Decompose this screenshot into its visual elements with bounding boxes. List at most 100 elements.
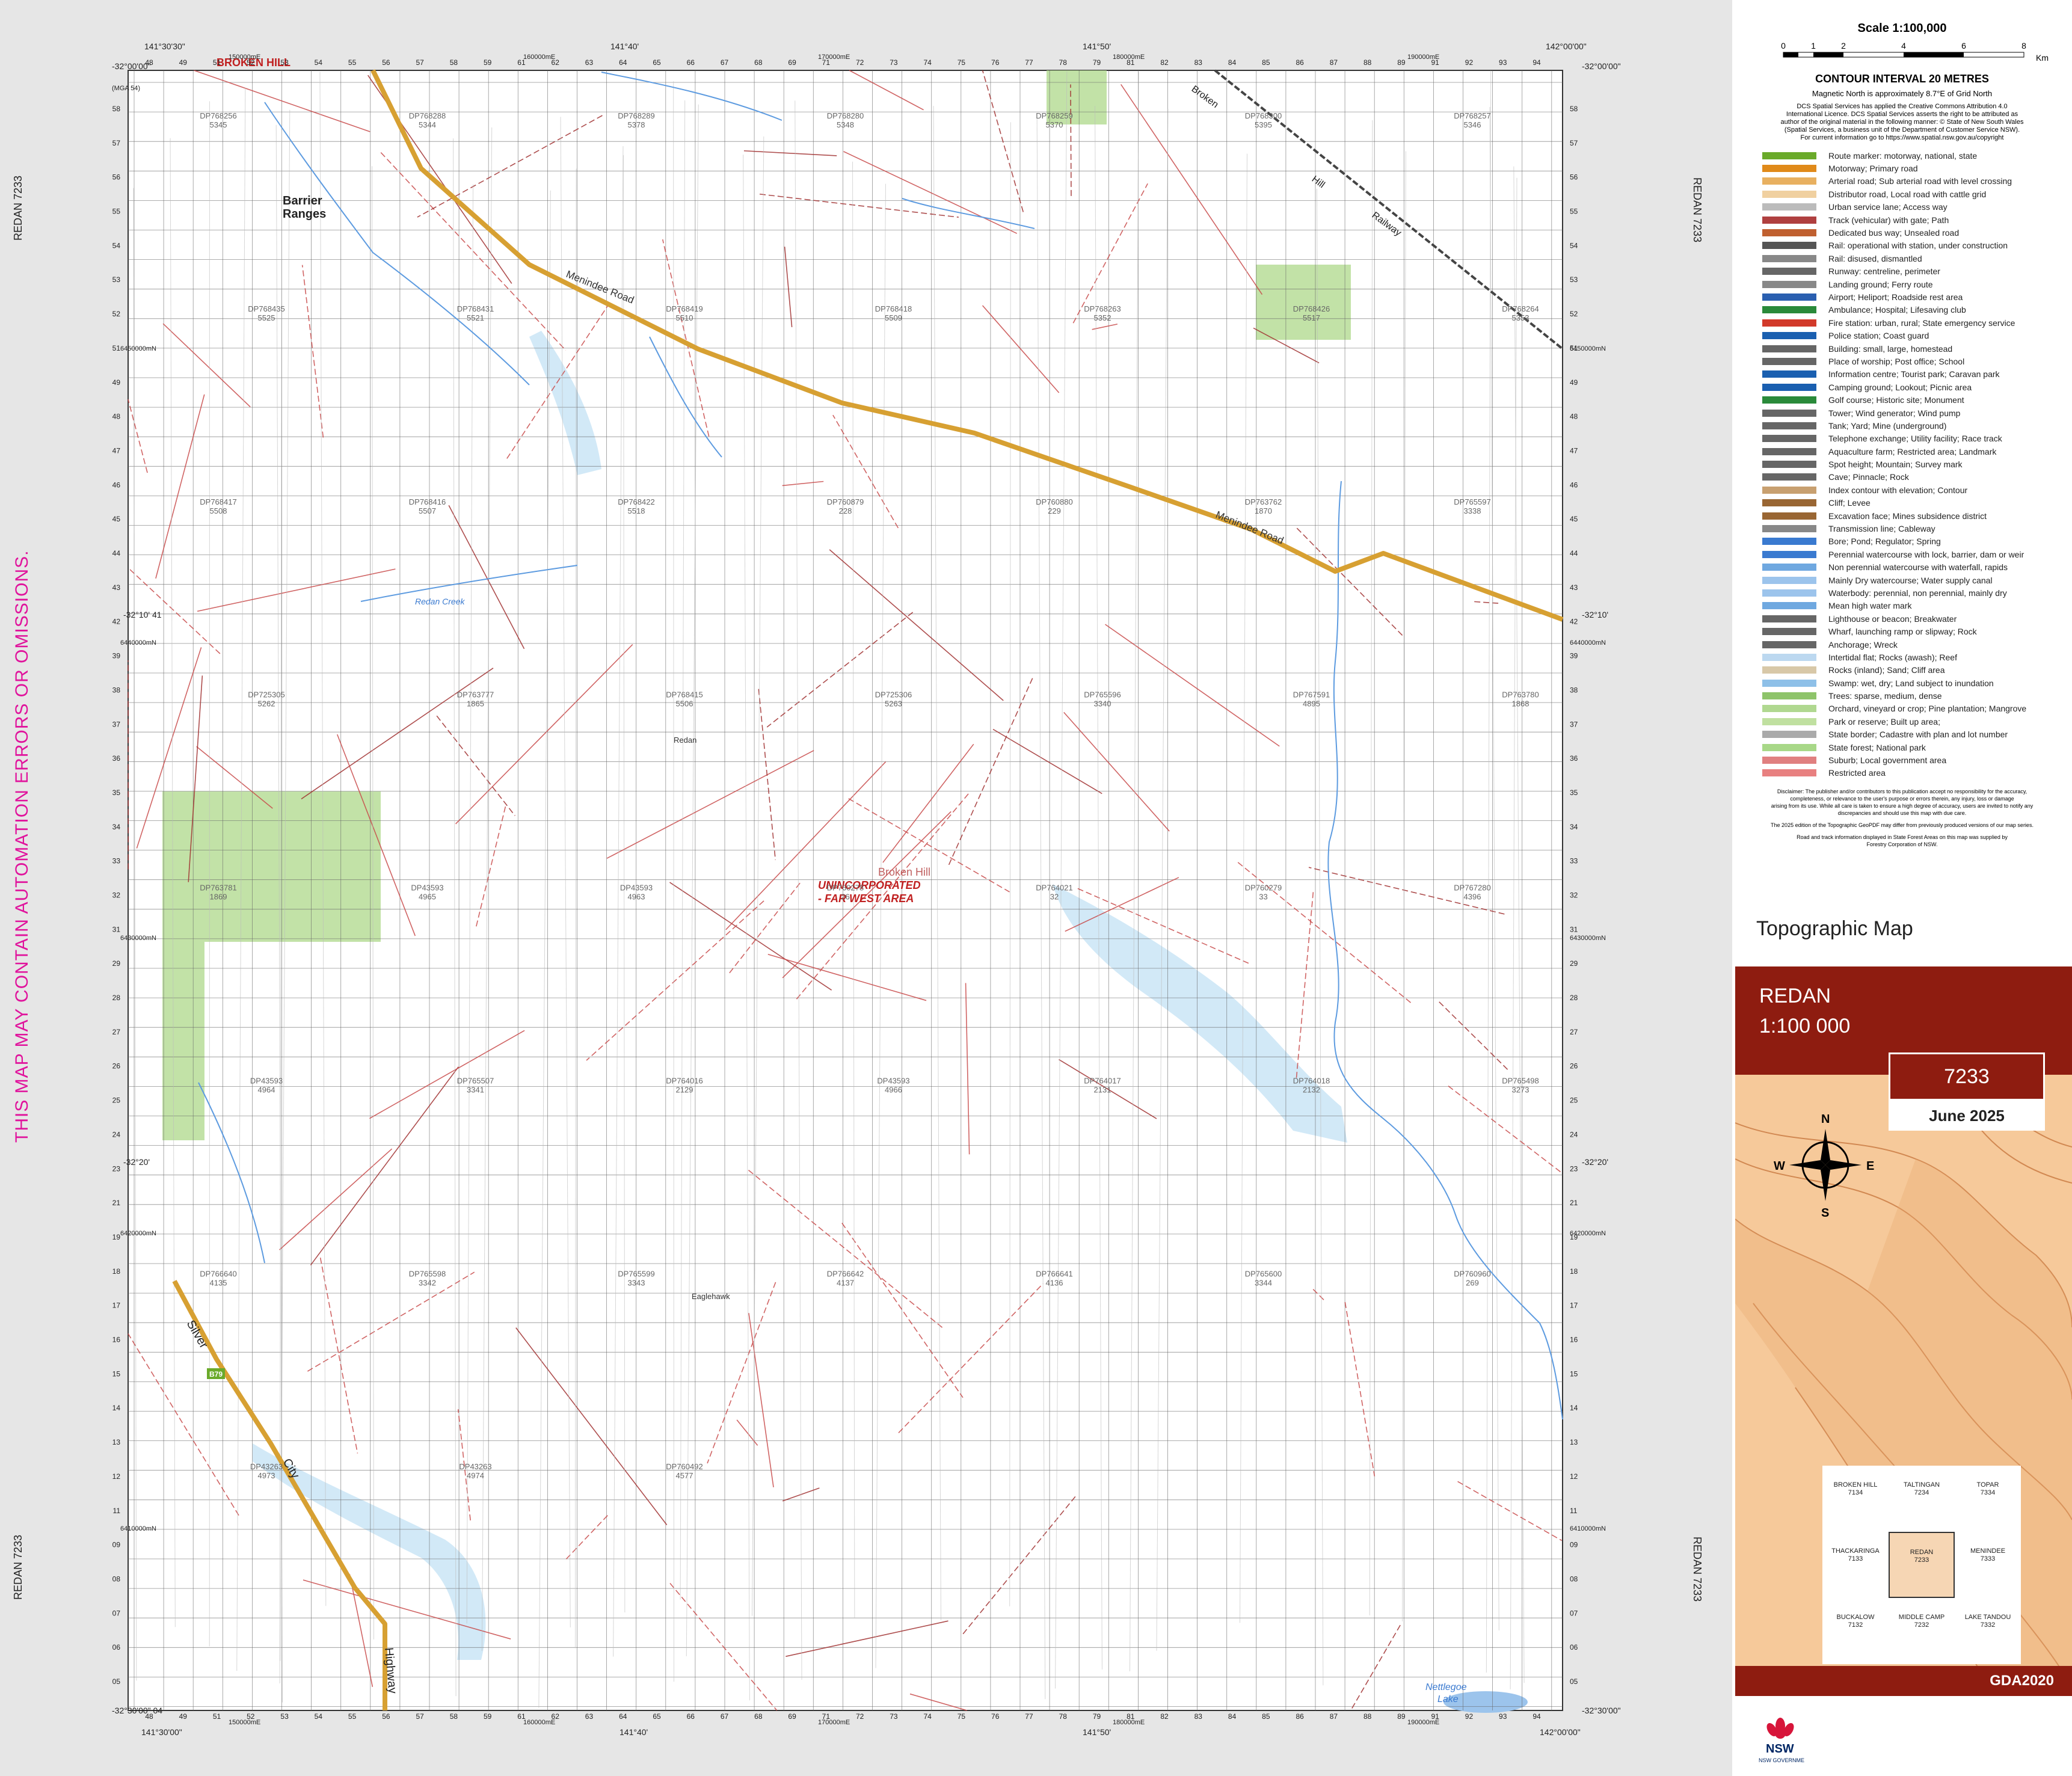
topographic-map[interactable]: BROKEN HILL Barrier Ranges Menindee Road… (0, 0, 1732, 1776)
northing-tick: 58 (112, 105, 121, 113)
legend-label: Landing ground; Ferry route (1828, 279, 1933, 289)
legend-symbol (1762, 512, 1816, 520)
lot-plan: DP764021 (1036, 883, 1072, 893)
mga-note: (MGA 54) (112, 85, 140, 92)
lot-plan: DP765598 (409, 1269, 446, 1278)
legend-symbol (1762, 692, 1816, 700)
legend-label: Transmission line; Cableway (1828, 524, 1935, 534)
northing-tick: 06 (1570, 1643, 1578, 1652)
legend-row: Information centre; Tourist park; Carava… (1762, 368, 2072, 381)
index-cell-number: 7134 (1848, 1489, 1863, 1496)
easting-tick: 67 (721, 1712, 729, 1721)
northing-tick: 29 (112, 959, 121, 968)
lot-plan: DP768300 (1245, 111, 1282, 120)
lot-plan: DP768422 (618, 497, 654, 506)
lot-plan: DP768264 (1502, 304, 1539, 313)
easting-tick: 85 (1262, 1712, 1270, 1721)
lot-number: 2131 (1094, 1085, 1111, 1094)
easting-tick: 75 (958, 1712, 966, 1721)
northing-tick: 44 (112, 549, 121, 558)
legend-row: Swamp: wet, dry; Land subject to inundat… (1762, 677, 2072, 689)
northing-tick: 28 (1570, 994, 1578, 1002)
legend-row: Transmission line; Cableway (1762, 522, 2072, 535)
legend-symbol (1762, 757, 1816, 764)
disclaimer-line: Road and track information displayed in … (1797, 834, 2008, 841)
northing-tick: 12 (1570, 1472, 1578, 1481)
licence-text: DCS Spatial Services has applied the Cre… (1732, 103, 2072, 142)
legend-row: Place of worship; Post office; School (1762, 355, 2072, 367)
legend-label: State border; Cadastre with plan and lot… (1828, 730, 2008, 740)
northing-tick: 28 (112, 994, 121, 1002)
lot-plan: DP768417 (200, 497, 236, 506)
northing-tick: 34 (1570, 823, 1578, 831)
legend-symbol (1762, 576, 1816, 584)
lot-plan: DP768435 (248, 304, 284, 313)
legend-label: Suburb; Local government area (1828, 755, 1947, 766)
index-cell-name: MENINDEE (1970, 1547, 2006, 1555)
lot-plan: DP760279 (1245, 883, 1282, 893)
legend-symbol (1762, 705, 1816, 713)
map-frame[interactable]: BROKEN HILL Barrier Ranges Menindee Road… (0, 0, 1732, 1776)
lot-plan: DP768280 (827, 111, 864, 120)
easting-tick: 54 (315, 58, 323, 67)
lot-number: 5353 (1512, 313, 1529, 322)
lot-plan: DP768418 (875, 304, 912, 313)
lot-plan: DP768416 (409, 497, 446, 506)
compass-n: N (1821, 1113, 1830, 1126)
lot-number: 4135 (210, 1278, 227, 1287)
lot-plan: DP764018 (1293, 1076, 1330, 1085)
northing-tick: 08 (1570, 1575, 1578, 1583)
index-cell: REDAN 7233 (1889, 1532, 1955, 1598)
easting-180-bottom: 180000mE (1113, 1719, 1145, 1726)
northing-tick: 57 (112, 139, 121, 147)
right-northing-labels: 5857565554535251494847464544434239383736… (1570, 105, 1578, 1686)
legend-label: Waterbody: perennial, non perennial, mai… (1828, 588, 2007, 598)
label-barrier-ranges-2: Ranges (283, 207, 326, 221)
legend-row: Lighthouse or beacon; Breakwater (1762, 612, 2072, 625)
easting-tick: 84 (1228, 1712, 1237, 1721)
legend-label: Index contour with elevation; Contour (1828, 485, 1968, 495)
northing-tick: 55 (1570, 207, 1578, 216)
legend-symbol (1762, 564, 1816, 571)
northing-tick: 56 (112, 173, 121, 182)
lot-number: 5263 (885, 699, 902, 708)
index-cell: LAKE TANDOU 7332 (1955, 1598, 2021, 1664)
lot-plan: DP768289 (618, 111, 654, 120)
legend-row: Camping ground; Lookout; Picnic area (1762, 381, 2072, 393)
index-cell-number: 7332 (1980, 1621, 1996, 1629)
northing-40: 6440000mN (120, 639, 156, 647)
legend-symbol (1762, 473, 1816, 481)
lot-number: 4963 (628, 893, 645, 902)
legend-symbol (1762, 550, 1816, 558)
left-lat-top: -32°00'00" (112, 61, 151, 71)
northing-20: 6420000mN (120, 1230, 156, 1237)
index-cell: TOPAR 7334 (1955, 1466, 2021, 1532)
legend-row: Waterbody: perennial, non perennial, mai… (1762, 586, 2072, 599)
right-lat-top: -32°00'00" (1582, 61, 1621, 71)
lot-plan: DP768288 (409, 111, 446, 120)
easting-tick: 84 (1228, 58, 1237, 67)
top-right-lon: 142°00'00" (1546, 41, 1587, 51)
easting-tick: 68 (754, 1712, 763, 1721)
northing-tick: 08 (112, 1575, 121, 1583)
lot-number: 4964 (258, 1085, 275, 1094)
easting-tick: 88 (1363, 1712, 1372, 1721)
index-cell-name: THACKARINGA (1831, 1547, 1880, 1555)
lot-number: 5521 (467, 313, 484, 322)
northing-tick: 49 (1570, 378, 1578, 387)
easting-tick: 82 (1160, 58, 1169, 67)
northing-tick: 32 (1570, 891, 1578, 900)
legend-symbol (1762, 216, 1816, 224)
scale-tick-label: 1 (1811, 41, 1816, 51)
legend-row: Aquaculture farm; Restricted area; Landm… (1762, 445, 2072, 458)
label-redan-creek: Redan Creek (415, 597, 465, 606)
northing-30-right: 6430000mN (1570, 935, 1606, 942)
lot-plan: DP768426 (1293, 304, 1330, 313)
legend-symbol (1762, 254, 1816, 262)
legend-symbol (1762, 293, 1816, 301)
lot-plan: DP43593 (250, 1076, 283, 1085)
index-cell-name: BUCKALOW (1836, 1614, 1875, 1621)
northing-tick: 27 (1570, 1028, 1578, 1036)
legend-label: Rocks (inland); Sand; Cliff area (1828, 665, 1945, 675)
easting-tick: 51 (213, 58, 221, 67)
